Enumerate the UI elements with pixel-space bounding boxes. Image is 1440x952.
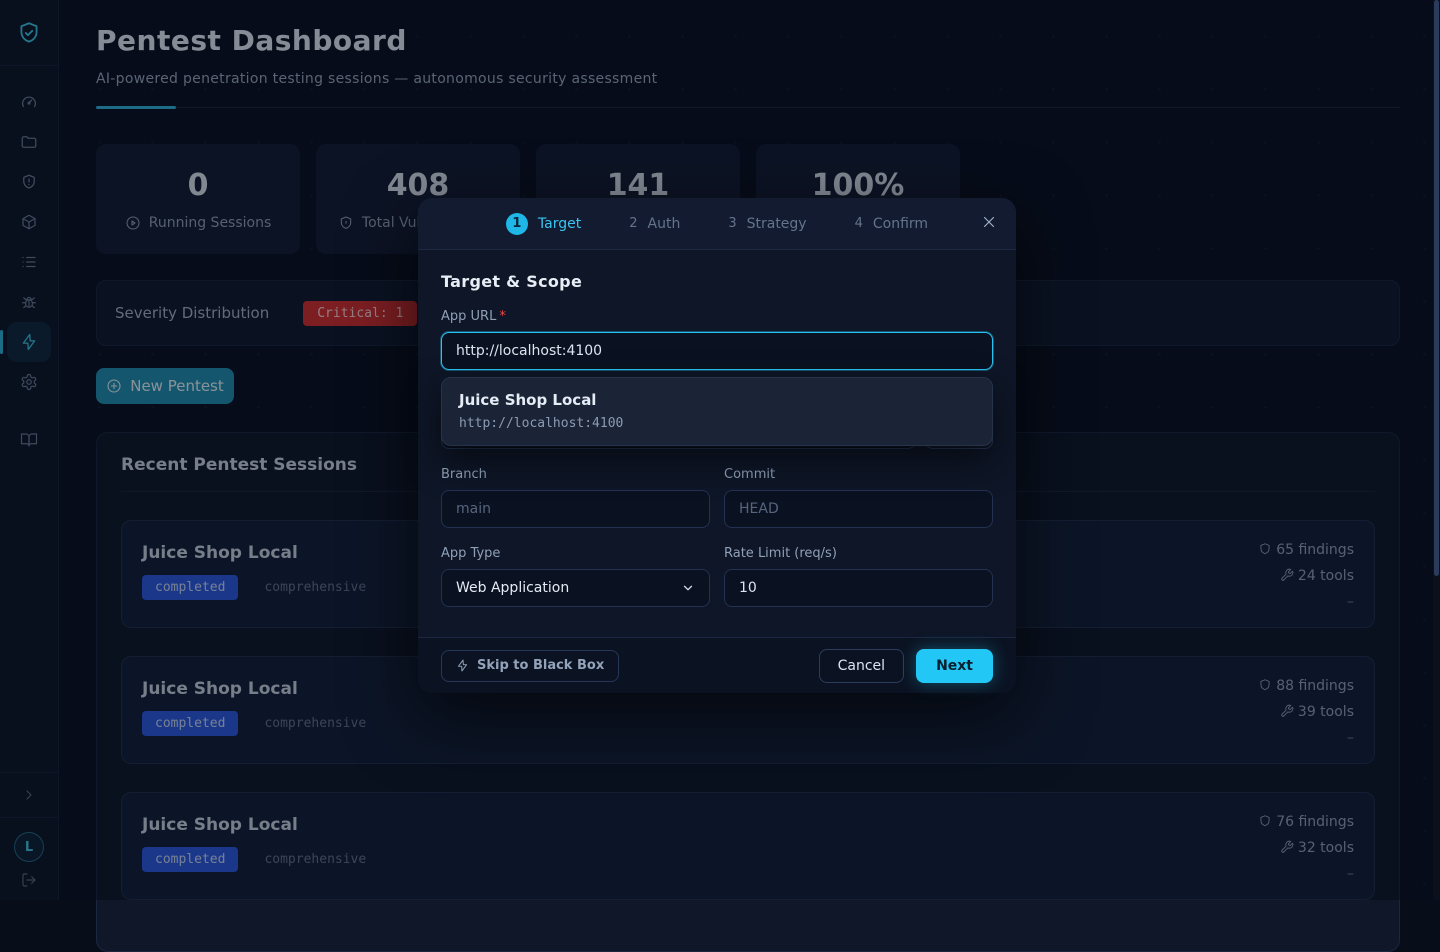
app-type-label: App Type: [441, 546, 710, 561]
scrollbar-track[interactable]: [1433, 0, 1440, 900]
step-label: Auth: [648, 216, 681, 232]
suggestion-url: http://localhost:4100: [459, 416, 975, 431]
step-target[interactable]: 1 Target: [506, 213, 581, 235]
app-url-input[interactable]: [441, 332, 993, 370]
close-icon[interactable]: [980, 213, 998, 231]
wizard-steps: 1 Target 2 Auth 3 Strategy 4 Confirm: [418, 198, 1016, 250]
step-label: Confirm: [873, 216, 928, 232]
scrollbar-thumb[interactable]: [1434, 0, 1439, 576]
skip-black-box-button[interactable]: Skip to Black Box: [441, 650, 619, 682]
app-type-select[interactable]: Web Application: [441, 569, 710, 607]
rate-limit-input[interactable]: [724, 569, 993, 607]
target-scope-form: Target & Scope App URL* Juice Shop Local…: [418, 250, 1016, 637]
step-number: 3: [728, 216, 736, 231]
step-number: 1: [506, 213, 528, 235]
commit-label: Commit: [724, 467, 993, 482]
step-confirm[interactable]: 4 Confirm: [855, 216, 928, 232]
rate-limit-label: Rate Limit (req/s): [724, 546, 993, 561]
chevron-down-icon: [681, 581, 695, 595]
new-pentest-modal: 1 Target 2 Auth 3 Strategy 4 Confirm Tar…: [418, 198, 1016, 693]
branch-input[interactable]: [441, 490, 710, 528]
modal-footer: Skip to Black Box Cancel Next: [418, 637, 1016, 693]
app-type-value: Web Application: [456, 580, 569, 596]
step-number: 4: [855, 216, 863, 231]
cancel-button[interactable]: Cancel: [819, 649, 904, 683]
url-suggestion-item[interactable]: Juice Shop Local http://localhost:4100: [441, 377, 993, 446]
step-label: Target: [538, 216, 581, 232]
suggestion-title: Juice Shop Local: [459, 391, 975, 409]
next-button[interactable]: Next: [916, 649, 993, 683]
step-auth[interactable]: 2 Auth: [629, 216, 680, 232]
step-strategy[interactable]: 3 Strategy: [728, 216, 806, 232]
form-heading: Target & Scope: [441, 272, 993, 291]
bolt-icon: [456, 659, 469, 672]
branch-label: Branch: [441, 467, 710, 482]
step-number: 2: [629, 216, 637, 231]
required-asterisk: *: [499, 309, 506, 324]
commit-input[interactable]: [724, 490, 993, 528]
step-label: Strategy: [747, 216, 807, 232]
app-url-label: App URL*: [441, 309, 993, 324]
